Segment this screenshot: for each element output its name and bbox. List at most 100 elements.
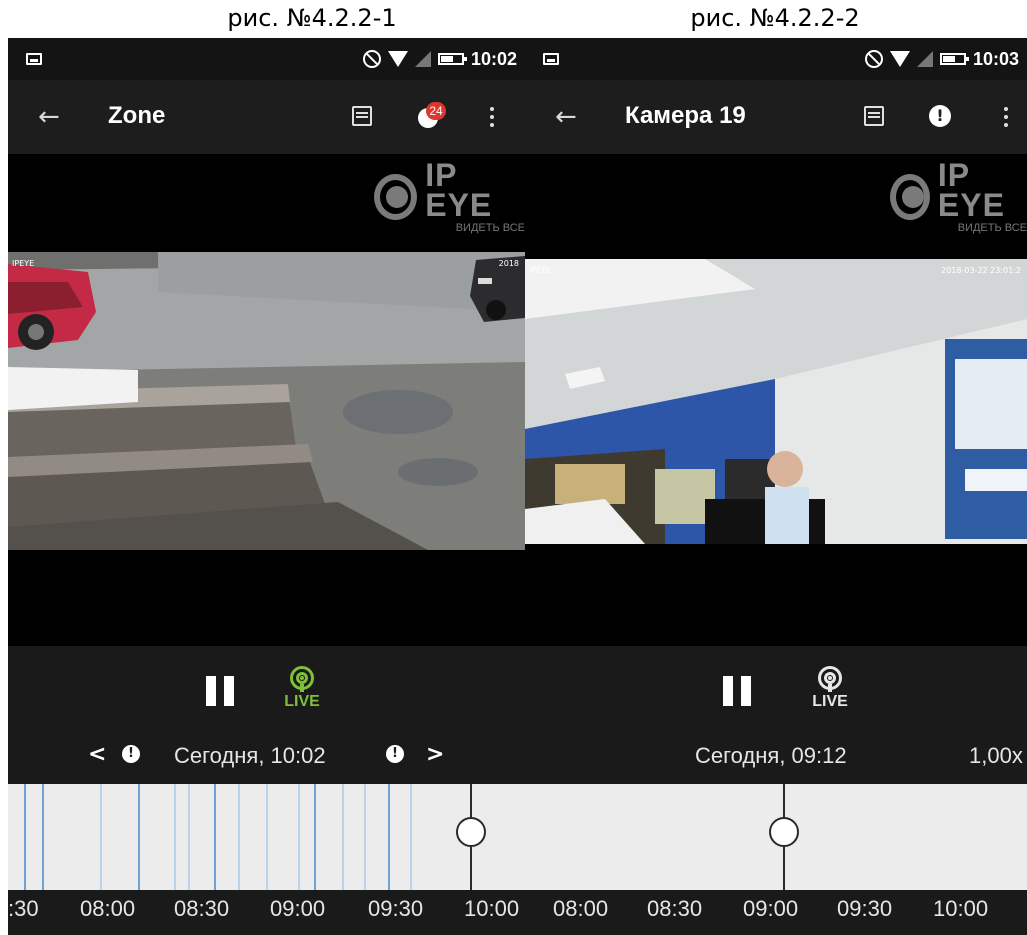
recording-mark xyxy=(314,784,316,890)
broadcast-icon xyxy=(290,666,314,692)
recording-mark xyxy=(388,784,390,890)
previous-event-icon[interactable]: ! xyxy=(122,745,140,763)
figure-caption-2: рис. №4.2.2-2 xyxy=(690,4,860,32)
back-arrow-icon[interactable]: ← xyxy=(555,104,581,130)
recording-mark xyxy=(100,784,102,890)
app-bar: ← Zone 24 xyxy=(8,80,525,154)
broadcast-icon xyxy=(818,666,842,692)
figure-caption-1: рис. №4.2.2-1 xyxy=(227,4,397,32)
app-bar: ← Камера 19 ! xyxy=(525,80,1027,154)
wifi-icon xyxy=(889,51,910,67)
back-arrow-icon[interactable]: ← xyxy=(38,104,64,130)
notification-count-badge: 24 xyxy=(426,102,446,120)
time-tick: 08:00 xyxy=(553,896,609,921)
live-label: LIVE xyxy=(812,693,848,710)
overflow-menu-icon[interactable] xyxy=(1004,107,1008,127)
playback-controls: LIVE xyxy=(8,646,525,732)
recording-mark xyxy=(214,784,216,890)
notifications-button[interactable]: 24 xyxy=(418,102,446,130)
time-scale: 08:00 08:30 09:00 09:30 10:00 xyxy=(525,890,1027,935)
camera-label-overlay: IPEYE xyxy=(12,259,35,268)
battery-icon xyxy=(437,53,467,65)
status-bar: 10:02 xyxy=(8,38,525,80)
recording-timeline[interactable] xyxy=(525,784,1027,890)
recording-mark xyxy=(24,784,26,890)
ipeye-watermark: IP EYE ВИДЕТЬ ВСЕ xyxy=(890,159,1027,234)
time-tick: 09:30 xyxy=(368,896,424,921)
status-bar: 10:03 xyxy=(525,38,1027,80)
playhead-handle[interactable] xyxy=(769,817,799,847)
playback-speed[interactable]: 1,00x xyxy=(969,743,1023,769)
status-clock: 10:02 xyxy=(470,48,517,69)
do-not-disturb-icon xyxy=(362,50,381,68)
watermark-brand: IP EYE xyxy=(425,157,493,223)
playhead-handle[interactable] xyxy=(456,817,486,847)
outdoor-camera-image xyxy=(8,252,525,550)
recording-mark xyxy=(266,784,268,890)
video-player[interactable]: IP EYE ВИДЕТЬ ВСЕ xyxy=(525,154,1027,646)
camera-label-overlay: IPEYE xyxy=(529,266,552,275)
recording-timeline[interactable] xyxy=(8,784,525,890)
do-not-disturb-icon xyxy=(864,50,883,68)
time-tick: 09:00 xyxy=(270,896,326,921)
current-date-label[interactable]: Сегодня, 10:02 xyxy=(174,743,326,769)
ipeye-watermark: IP EYE ВИДЕТЬ ВСЕ xyxy=(374,159,525,234)
recording-mark xyxy=(238,784,240,890)
status-clock: 10:03 xyxy=(972,48,1019,69)
current-date-label[interactable]: Сегодня, 09:12 xyxy=(695,743,847,769)
watermark-brand: IP EYE xyxy=(937,157,1005,223)
date-navigator: Сегодня, 09:12 1,00x xyxy=(525,732,1027,784)
calendar-icon[interactable] xyxy=(352,106,372,126)
recording-mark xyxy=(364,784,366,890)
date-navigator: < ! Сегодня, 10:02 ! > xyxy=(8,732,525,784)
office-camera-image xyxy=(525,259,1027,544)
watermark-tagline: ВИДЕТЬ ВСЕ xyxy=(957,222,1027,234)
recording-mark xyxy=(298,784,300,890)
time-tick: 10:00 xyxy=(464,896,520,921)
time-tick: 09:00 xyxy=(743,896,799,921)
chevron-left-icon[interactable]: < xyxy=(88,744,106,766)
time-tick: 09:30 xyxy=(837,896,893,921)
screen-camera-19: 10:03 ← Камера 19 ! IP EYE ВИДЕТЬ ВСЕ IP… xyxy=(525,38,1027,935)
overflow-menu-icon[interactable] xyxy=(490,107,494,127)
cell-signal-icon xyxy=(414,51,431,67)
timestamp-overlay: 2018-03-22 23:01:2 xyxy=(941,266,1021,275)
time-tick: 08:00 xyxy=(80,896,136,921)
recording-mark xyxy=(42,784,44,890)
cell-signal-icon xyxy=(916,51,933,67)
time-tick: 08:30 xyxy=(647,896,703,921)
live-label: LIVE xyxy=(284,693,320,710)
ipeye-logo-icon xyxy=(890,174,930,220)
time-tick: 10:00 xyxy=(933,896,989,921)
image-notification-icon xyxy=(543,53,559,65)
ipeye-logo-icon xyxy=(374,174,418,220)
page-title: Zone xyxy=(108,102,166,129)
video-player[interactable]: IP EYE ВИДЕТЬ ВСЕ xyxy=(8,154,525,646)
time-tick: 08:30 xyxy=(174,896,230,921)
image-notification-icon xyxy=(26,53,42,65)
calendar-icon[interactable] xyxy=(864,106,884,126)
next-event-icon[interactable]: ! xyxy=(386,745,404,763)
watermark-tagline: ВИДЕТЬ ВСЕ xyxy=(455,222,525,234)
timestamp-overlay: 2018 xyxy=(498,259,519,268)
time-tick: :30 xyxy=(8,896,39,921)
camera-frame: IPEYE 2018 xyxy=(8,252,525,550)
screen-zone: 10:02 ← Zone 24 IP EYE ВИДЕТЬ ВСЕ IPEYE … xyxy=(8,38,525,935)
camera-frame: IPEYE 2018-03-22 23:01:2 xyxy=(525,259,1027,544)
pause-icon[interactable] xyxy=(723,676,751,706)
chevron-right-icon[interactable]: > xyxy=(426,744,444,766)
battery-icon xyxy=(939,53,969,65)
recording-mark xyxy=(138,784,140,890)
recording-mark xyxy=(174,784,176,890)
recording-mark xyxy=(342,784,344,890)
page-title: Камера 19 xyxy=(625,102,746,129)
wifi-icon xyxy=(387,51,408,67)
pause-icon[interactable] xyxy=(206,676,234,706)
recording-mark xyxy=(188,784,190,890)
time-scale: :30 08:00 08:30 09:00 09:30 10:00 xyxy=(8,890,525,935)
playback-controls: LIVE xyxy=(525,646,1027,732)
recording-mark xyxy=(410,784,412,890)
live-button[interactable]: LIVE xyxy=(277,666,327,714)
alert-icon[interactable]: ! xyxy=(929,105,951,127)
live-button[interactable]: LIVE xyxy=(805,666,855,714)
